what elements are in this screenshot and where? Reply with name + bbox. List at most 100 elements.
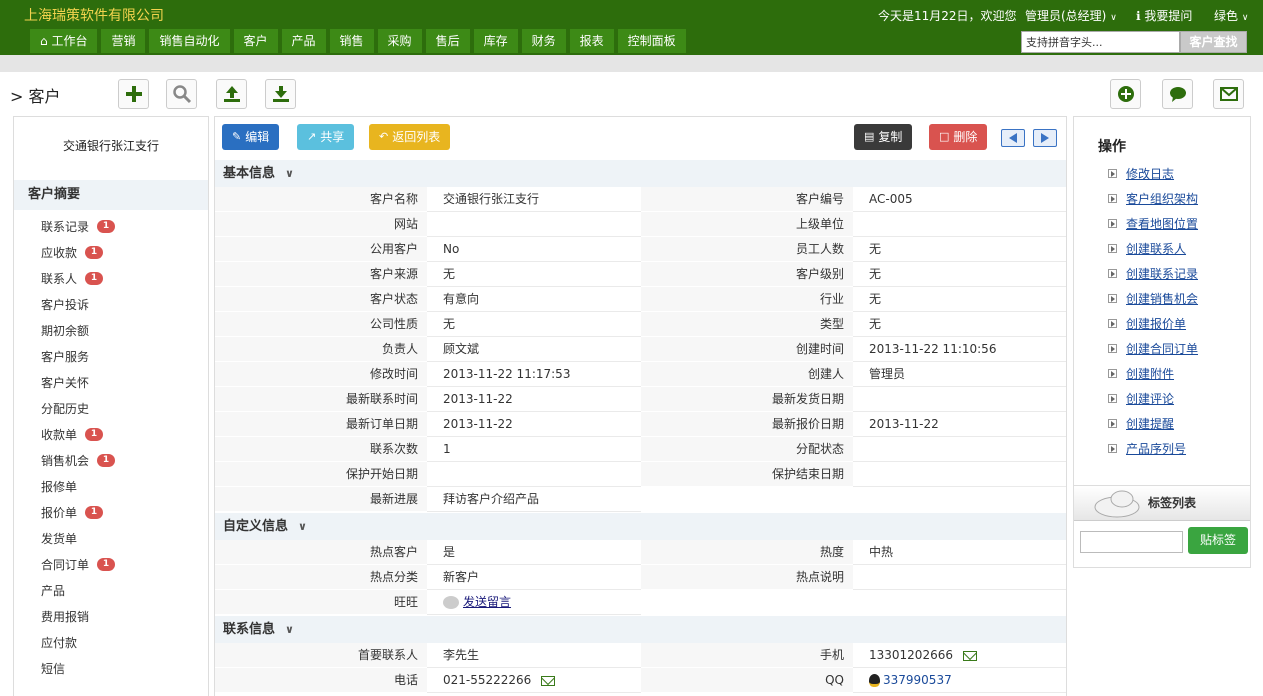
operation-item: 修改日志 [1108,161,1198,186]
edit-button[interactable]: ✎ 编辑 [222,124,280,150]
reply-icon: ↶ [379,130,389,143]
field-row: 公司性质无类型无 [215,312,1066,337]
field-label: 修改时间 [215,362,427,387]
sidebar-item-opportunities[interactable]: 销售机会 1 [41,451,116,477]
field-row: 客户名称 交通银行张江支行 客户编号 AC-005 [215,187,1066,212]
operation-link[interactable]: 创建报价单 [1126,315,1186,332]
operation-link[interactable]: 创建销售机会 [1126,290,1198,307]
sidebar-item-receivables[interactable]: 应收款 1 [41,243,115,269]
nav-item-customer[interactable]: 客户 [233,29,278,53]
next-record-button[interactable] [1033,129,1057,147]
trash-icon: □ [939,130,950,143]
basic-info-header[interactable]: 基本信息 ∨ [215,160,1066,187]
add-tag-button[interactable]: 贴标签 [1188,527,1248,554]
operation-link[interactable]: 产品序列号 [1126,440,1186,457]
count-badge: 1 [97,220,116,233]
sidebar-item-complaints[interactable]: 客户投诉 [41,295,115,321]
search-button[interactable] [166,79,197,109]
share-button[interactable]: ↗ 共享 [297,124,355,150]
back-to-list-button[interactable]: ↶ 返回列表 [369,124,451,150]
cloud-icon [1094,490,1140,518]
qq-icon[interactable] [869,674,880,687]
nav-item-reports[interactable]: 报表 [569,29,614,53]
expand-icon [1108,319,1117,328]
help-link[interactable]: ℹ 我要提问 [1136,7,1192,24]
sidebar-item-contacts[interactable]: 联系人 1 [41,269,115,295]
upload-button[interactable] [216,79,247,109]
arrow-right-icon [1041,133,1049,143]
field-label: 联系次数 [215,437,427,462]
qq-number[interactable]: 337990537 [883,673,952,687]
add-button[interactable] [118,79,149,109]
user-menu[interactable]: 管理员(总经理) ∨ [1025,7,1117,24]
operation-link[interactable]: 查看地图位置 [1126,215,1198,232]
field-label: 热点说明 [641,565,853,590]
field-value: 顾文斌 [427,337,641,362]
share-label: 共享 [320,130,345,144]
nav-item-marketing[interactable]: 营销 [101,29,146,53]
field-label: 行业 [641,287,853,312]
customer-detail: ✎ 编辑 ↗ 共享 ↶ 返回列表 ▤ 复制 □ 删除 基本信息 ∨ 客户名称 交通银行张江支行… [214,116,1067,696]
nav-item-control-panel[interactable]: 控制面板 [617,29,686,53]
theme-menu[interactable]: 绿色 ∨ [1214,7,1248,24]
sidebar-item-service[interactable]: 客户服务 [41,347,115,373]
operation-item: 产品序列号 [1108,436,1198,461]
sidebar-item-label: 收款单 [41,428,78,442]
field-label: 公用客户 [215,237,427,262]
sidebar-item-expenses[interactable]: 费用报销 [41,607,115,633]
operation-link[interactable]: 修改日志 [1126,165,1174,182]
nav-item-workbench[interactable]: ⌂ 工作台 [30,29,98,53]
sidebar-item-products[interactable]: 产品 [41,581,115,607]
envelope-icon[interactable] [962,650,977,661]
pencil-icon: ✎ [232,130,242,143]
operation-link[interactable]: 创建联系人 [1126,240,1186,257]
download-button[interactable] [265,79,296,109]
nav-item-inventory[interactable]: 库存 [473,29,518,53]
field-label: 热点客户 [215,540,427,565]
sidebar-item-assign-history[interactable]: 分配历史 [41,399,115,425]
sidebar-item-shipments[interactable]: 发货单 [41,529,115,555]
operation-link[interactable]: 创建附件 [1126,365,1174,382]
sidebar-item-contracts[interactable]: 合同订单 1 [41,555,116,581]
nav-item-purchase[interactable]: 采购 [377,29,422,53]
sidebar-item-receipts[interactable]: 收款单 1 [41,425,115,451]
operation-item: 创建报价单 [1108,311,1198,336]
sidebar-item-payables[interactable]: 应付款 [41,633,115,659]
field-value: 中热 [853,540,1066,565]
operation-link[interactable]: 创建提醒 [1126,415,1174,432]
operation-link[interactable]: 创建联系记录 [1126,265,1198,282]
add-circle-button[interactable] [1110,79,1141,109]
prev-record-button[interactable] [1001,129,1025,147]
sidebar-item-sms[interactable]: 短信 [41,659,115,685]
sidebar-item-opening-balance[interactable]: 期初余额 [41,321,115,347]
nav-item-after-sales[interactable]: 售后 [425,29,470,53]
nav-item-sales-automation[interactable]: 销售自动化 [149,29,230,53]
field-row: 最新订单日期 2013-11-22 最新报价日期 2013-11-22 [215,412,1066,437]
comment-button[interactable] [1162,79,1193,109]
operation-link[interactable]: 创建合同订单 [1126,340,1198,357]
envelope-icon[interactable] [541,675,556,686]
field-value: 337990537 [853,668,1066,693]
copy-button[interactable]: ▤ 复制 [854,124,913,150]
customer-search-button[interactable]: 客户查找 [1180,31,1247,53]
nav-item-product[interactable]: 产品 [281,29,326,53]
operations-panel: 操作 修改日志 客户组织架构 查看地图位置 创建联系人 创建联系记录 创建销售机会 创建报价… [1073,116,1251,568]
nav-item-sales[interactable]: 销售 [329,29,374,53]
sidebar-item-label: 联系记录 [41,220,90,234]
sidebar-item-label: 产品 [41,584,66,598]
sidebar-item-contact-records[interactable]: 联系记录 1 [41,217,116,243]
tag-input[interactable] [1080,531,1183,553]
delete-button[interactable]: □ 删除 [929,124,988,150]
customer-search-input[interactable] [1021,31,1180,53]
sidebar-item-label: 短信 [41,662,66,676]
operation-link[interactable]: 创建评论 [1126,390,1174,407]
nav-item-finance[interactable]: 财务 [521,29,566,53]
contact-info-header[interactable]: 联系信息 ∨ [215,616,1066,643]
sidebar-item-quotes[interactable]: 报价单 1 [41,503,115,529]
sidebar-item-repairs[interactable]: 报修单 [41,477,115,503]
mail-button[interactable] [1213,79,1244,109]
send-message-link[interactable]: 发送留言 [463,595,511,609]
custom-info-header[interactable]: 自定义信息 ∨ [215,513,1066,540]
operation-link[interactable]: 客户组织架构 [1126,190,1198,207]
sidebar-item-care[interactable]: 客户关怀 [41,373,115,399]
